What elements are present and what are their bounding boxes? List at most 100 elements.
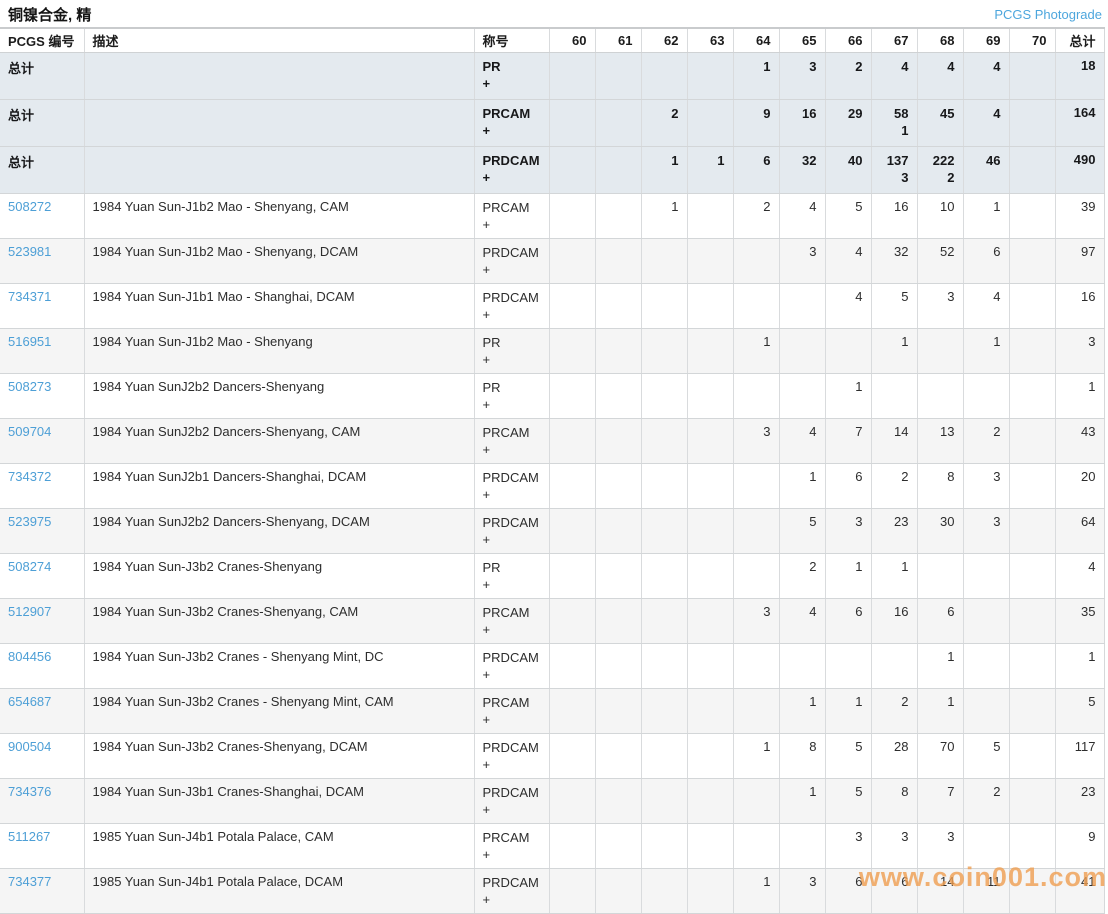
description-cell: 1984 Yuan Sun-J3b2 Cranes-Shenyang, CAM [83,598,474,644]
column-header-66: 66 [824,27,871,53]
grade-count: 2 [671,106,679,121]
grade-69-cell [962,643,1009,689]
grade-70-cell [1008,643,1055,689]
grade-70-cell [1008,99,1055,147]
pcgs-number-link[interactable]: 804456 [8,649,51,664]
pcgs-number-link[interactable]: 900504 [8,739,51,754]
total-cell: 117 [1054,733,1104,779]
column-header-64: 64 [732,27,779,53]
designation-text: PR [482,560,501,575]
grade-67-cell: 5 [870,283,917,329]
grade-60-cell [548,688,595,734]
pcgs-number-cell: 508272 [0,193,84,239]
grade-70-cell [1008,868,1055,914]
pcgs-number-cell: 508273 [0,373,84,419]
pcgs-number-link[interactable]: 508272 [8,199,51,214]
pcgs-number-link[interactable]: 508274 [8,559,51,574]
photograde-link[interactable]: PCGS Photograde [994,7,1102,22]
grade-61-cell [594,418,641,464]
grade-62-cell [640,643,687,689]
grade-62-cell: 1 [640,146,687,194]
pcgs-number-link[interactable]: 511267 [8,829,50,844]
grade-63-cell [686,688,733,734]
pcgs-number-cell: 511267 [0,823,84,869]
grade-61-cell [594,688,641,734]
pcgs-number-cell: 654687 [0,688,84,734]
pcgs-number-link[interactable]: 523975 [8,514,51,529]
pcgs-number-link[interactable]: 734376 [8,784,51,799]
grade-64-cell [732,283,779,329]
grade-70-cell [1008,508,1055,554]
grade-count: 1 [717,153,725,168]
description-cell: 1984 Yuan SunJ2b2 Dancers-Shenyang, DCAM [83,508,474,554]
grade-62-cell [640,868,687,914]
plus-indicator: + [482,487,491,502]
total-cell: 1 [1054,373,1104,419]
designation-text: PRDCAM [482,245,539,260]
column-header-67: 67 [870,27,917,53]
grade-64-cell: 1 [732,868,779,914]
table-row: 734377 1985 Yuan Sun-J4b1 Potala Palace, … [0,868,1104,914]
grade-63-cell [686,193,733,239]
pcgs-number-cell: 509704 [0,418,84,464]
grade-70-cell [1008,146,1055,194]
description-cell: 1984 Yuan Sun-J3b2 Cranes - Shenyang Min… [83,643,474,689]
description-cell: 1984 Yuan Sun-J1b1 Mao - Shanghai, DCAM [83,283,474,329]
pcgs-number-link[interactable]: 734372 [8,469,51,484]
pcgs-number-link[interactable]: 512907 [8,604,51,619]
grade-60-cell [548,52,595,100]
grade-65-cell: 4 [778,418,825,464]
grade-62-cell [640,688,687,734]
grade-69-cell [962,688,1009,734]
designation-cell: PRCAM + [473,688,549,734]
grade-68-cell: 222 2 [916,146,963,194]
grade-67-cell: 32 [870,238,917,284]
plus-indicator: + [482,532,491,547]
grade-61-cell [594,328,641,374]
grade-62-cell [640,823,687,869]
grade-60-cell [548,733,595,779]
grade-count: 4 [901,59,909,74]
designation-text: PRDCAM [482,875,539,890]
grade-64-cell [732,688,779,734]
description-cell [83,99,474,147]
designation-text: PRDCAM [482,740,539,755]
grade-count: 29 [848,106,863,121]
grade-65-cell [778,823,825,869]
grade-count: 137 [886,153,909,168]
pcgs-number-link[interactable]: 654687 [8,694,51,709]
total-cell: 1 [1054,643,1104,689]
grade-70-cell [1008,598,1055,644]
designation-cell: PRDCAM + [473,463,549,509]
description-cell: 1984 Yuan Sun-J3b2 Cranes - Shenyang Min… [83,688,474,734]
grade-68-cell: 3 [916,283,963,329]
grade-60-cell [548,146,595,194]
description-cell [83,52,474,100]
pcgs-number-link[interactable]: 516951 [8,334,51,349]
grade-64-cell: 1 [732,733,779,779]
pcgs-number-link[interactable]: 523981 [8,244,51,259]
pcgs-number-link[interactable]: 734371 [8,289,51,304]
pcgs-number-link[interactable]: 508273 [8,379,51,394]
grade-61-cell [594,463,641,509]
grade-62-cell [640,508,687,554]
description-cell: 1984 Yuan Sun-J3b2 Cranes-Shenyang, DCAM [83,733,474,779]
grade-64-cell: 2 [732,193,779,239]
grade-66-cell: 4 [824,238,871,284]
designation-cell: PRDCAM + [473,283,549,329]
pcgs-number-link[interactable]: 734377 [8,874,51,889]
grade-63-cell [686,598,733,644]
table-row: 523975 1984 Yuan SunJ2b2 Dancers-Shenyang… [0,508,1104,554]
grade-70-cell [1008,283,1055,329]
grade-61-cell [594,146,641,194]
grade-plus-count: 2 [947,170,955,185]
pcgs-number-link[interactable]: 509704 [8,424,51,439]
designation-cell: PRDCAM + [473,643,549,689]
plus-indicator: + [482,123,491,138]
grade-61-cell [594,733,641,779]
grade-68-cell [916,328,963,374]
grade-61-cell [594,598,641,644]
column-header-70: 70 [1008,27,1055,53]
designation-text: PRCAM [482,605,530,620]
grade-60-cell [548,238,595,284]
